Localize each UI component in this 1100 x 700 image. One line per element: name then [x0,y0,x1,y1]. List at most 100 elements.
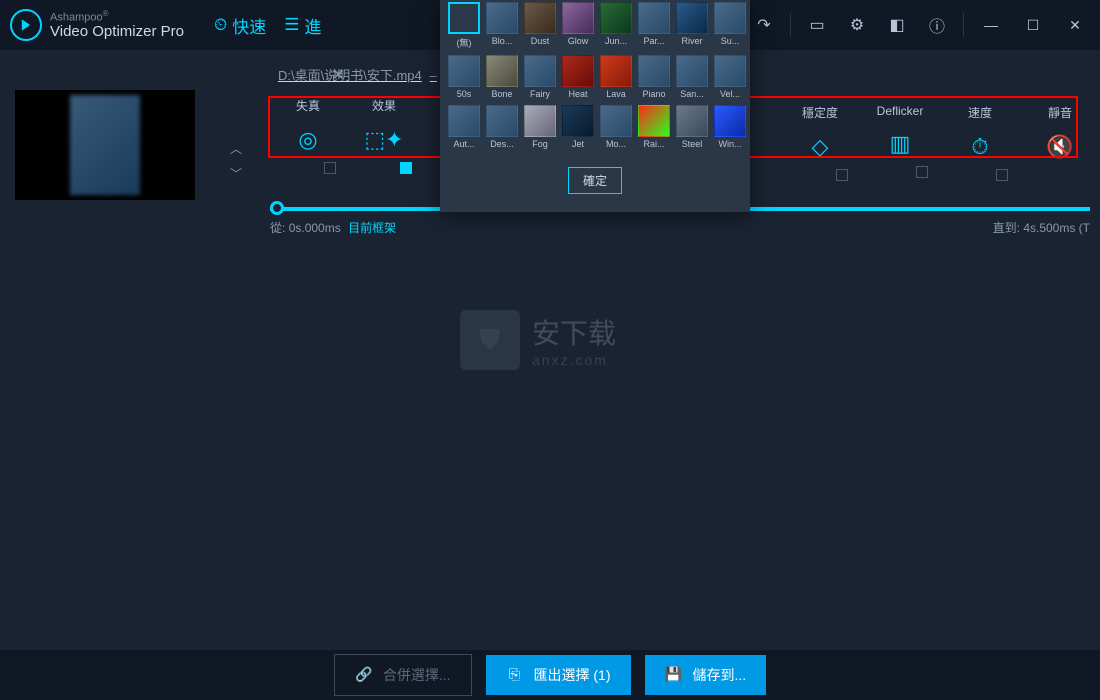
distortion-checkbox[interactable] [324,162,336,174]
tool-effects[interactable]: 效果 ⬚✦ [346,97,422,177]
magic-icon: ⬚✦ [366,122,402,158]
from-label: 從: [270,221,285,235]
current-frame-link[interactable]: 目前框架 [348,221,396,235]
effect-thumbnail [524,105,556,137]
tool-deflicker[interactable]: Deflicker ▥ [860,104,940,184]
effect-item[interactable]: Fairy [524,55,556,99]
effect-thumbnail [600,55,632,87]
tool-stability[interactable]: 穩定度 ◇ [780,104,860,184]
tool-mute[interactable]: 靜音 🔇 [1020,104,1100,184]
effect-label: Steel [676,139,708,149]
file-path-link[interactable]: D:\桌面\说明书\安下.mp4– [270,68,437,83]
watermark-text: 安下载 [532,312,616,352]
effect-label: Aut... [448,139,480,149]
effect-item[interactable]: Glow [562,2,594,49]
quick-mode-button[interactable]: ⏲ 快速 [214,13,266,38]
effect-thumbnail [562,55,594,87]
effect-label: Glow [562,36,594,46]
effect-item[interactable]: Rai... [638,105,670,149]
merge-button[interactable]: 🔗 合併選擇... [334,654,472,696]
effect-thumbnail [562,105,594,137]
effect-label: (無) [448,36,480,49]
effects-dropdown: (無) Blo... Dust Glow Jun... Par... River Su... 5… [440,0,750,212]
watermark: ⛊ 安下载 anxz.com [460,310,616,370]
gauge-icon: ⏱ [962,129,998,165]
close-button[interactable]: ✕ [1060,10,1090,40]
effect-label: Jet [562,139,594,149]
sliders-icon: ☰ [284,15,299,35]
app-logo: Ashampoo® Video Optimizer Pro [10,9,184,41]
effect-label: San... [676,89,708,99]
effect-label: 50s [448,89,480,99]
shield-icon: ⛊ [460,310,520,370]
effect-label: Lava [600,89,632,99]
effect-item[interactable]: River [676,2,708,49]
chevron-down-icon[interactable]: ﹀ [230,165,245,182]
preview-thumbnail[interactable] [15,90,195,200]
effect-item[interactable]: 50s [448,55,480,99]
effect-thumbnail [486,2,518,34]
effect-item[interactable]: Dust [524,2,556,49]
save-button[interactable]: 💾 儲存到... [645,655,767,695]
redo-button[interactable]: ↷ [750,11,778,39]
effect-label: Dust [524,36,556,46]
effect-label: Par... [638,36,670,46]
minimize-button[interactable]: — [976,10,1006,40]
effect-item[interactable]: Mo... [600,105,632,149]
effect-thumbnail [600,2,632,34]
effect-item[interactable]: (無) [448,2,480,49]
effect-item[interactable]: Bone [486,55,518,99]
effect-item[interactable]: Vel... [714,55,746,99]
advanced-mode-button[interactable]: ☰ 進 [284,13,321,38]
tool-distortion[interactable]: 失真 ◎ [270,97,346,177]
effect-label: Mo... [600,139,632,149]
effect-thumbnail [676,55,708,87]
effect-item[interactable]: Piano [638,55,670,99]
effect-item[interactable]: San... [676,55,708,99]
subtitle-button[interactable]: ▭ [803,11,831,39]
effect-item[interactable]: Win... [714,105,746,149]
brand-name: Ashampoo [50,12,103,24]
effect-thumbnail [448,105,480,137]
deflicker-checkbox[interactable] [916,166,928,178]
chevron-up-icon[interactable]: ︿ [230,140,245,157]
effect-item[interactable]: Steel [676,105,708,149]
info-button[interactable]: ⓘ [923,11,951,39]
effect-label: Win... [714,139,746,149]
effect-label: Su... [714,36,746,46]
lines-icon: ▥ [882,126,918,162]
effect-item[interactable]: Aut... [448,105,480,149]
effect-item[interactable]: Des... [486,105,518,149]
tool-speed[interactable]: 速度 ⏱ [940,104,1020,184]
effect-label: Blo... [486,36,518,46]
effect-item[interactable]: Jun... [600,2,632,49]
effect-item[interactable]: Jet [562,105,594,149]
effect-item[interactable]: Su... [714,2,746,49]
effect-thumbnail [676,2,708,34]
speed-checkbox[interactable] [996,169,1008,181]
effect-thumbnail [524,2,556,34]
divider [963,13,964,37]
effect-item[interactable]: Heat [562,55,594,99]
effect-item[interactable]: Lava [600,55,632,99]
effect-thumbnail [638,55,670,87]
effect-item[interactable]: Par... [638,2,670,49]
preview-panel: ✕ ︿ ﹀ [0,50,260,660]
maximize-button[interactable]: ☐ [1018,10,1048,40]
stability-checkbox[interactable] [836,169,848,181]
effect-thumbnail [676,105,708,137]
mode-switcher: ⏲ 快速 ☰ 進 [214,13,322,38]
export-button[interactable]: ⎘ 匯出選擇 (1) [486,655,631,695]
settings-button[interactable]: ⚙ [843,11,871,39]
save-icon: 💾 [665,666,683,684]
timeline-handle[interactable] [270,201,284,215]
effects-checkbox[interactable] [400,162,412,174]
effect-thumbnail [562,2,594,34]
effect-item[interactable]: Fog [524,105,556,149]
to-label: 直到: [993,221,1020,235]
effects-confirm-button[interactable]: 確定 [568,167,622,194]
preview-image [70,95,140,195]
theme-button[interactable]: ◧ [883,11,911,39]
effect-item[interactable]: Blo... [486,2,518,49]
footer-bar: 🔗 合併選擇... ⎘ 匯出選擇 (1) 💾 儲存到... [0,650,1100,700]
